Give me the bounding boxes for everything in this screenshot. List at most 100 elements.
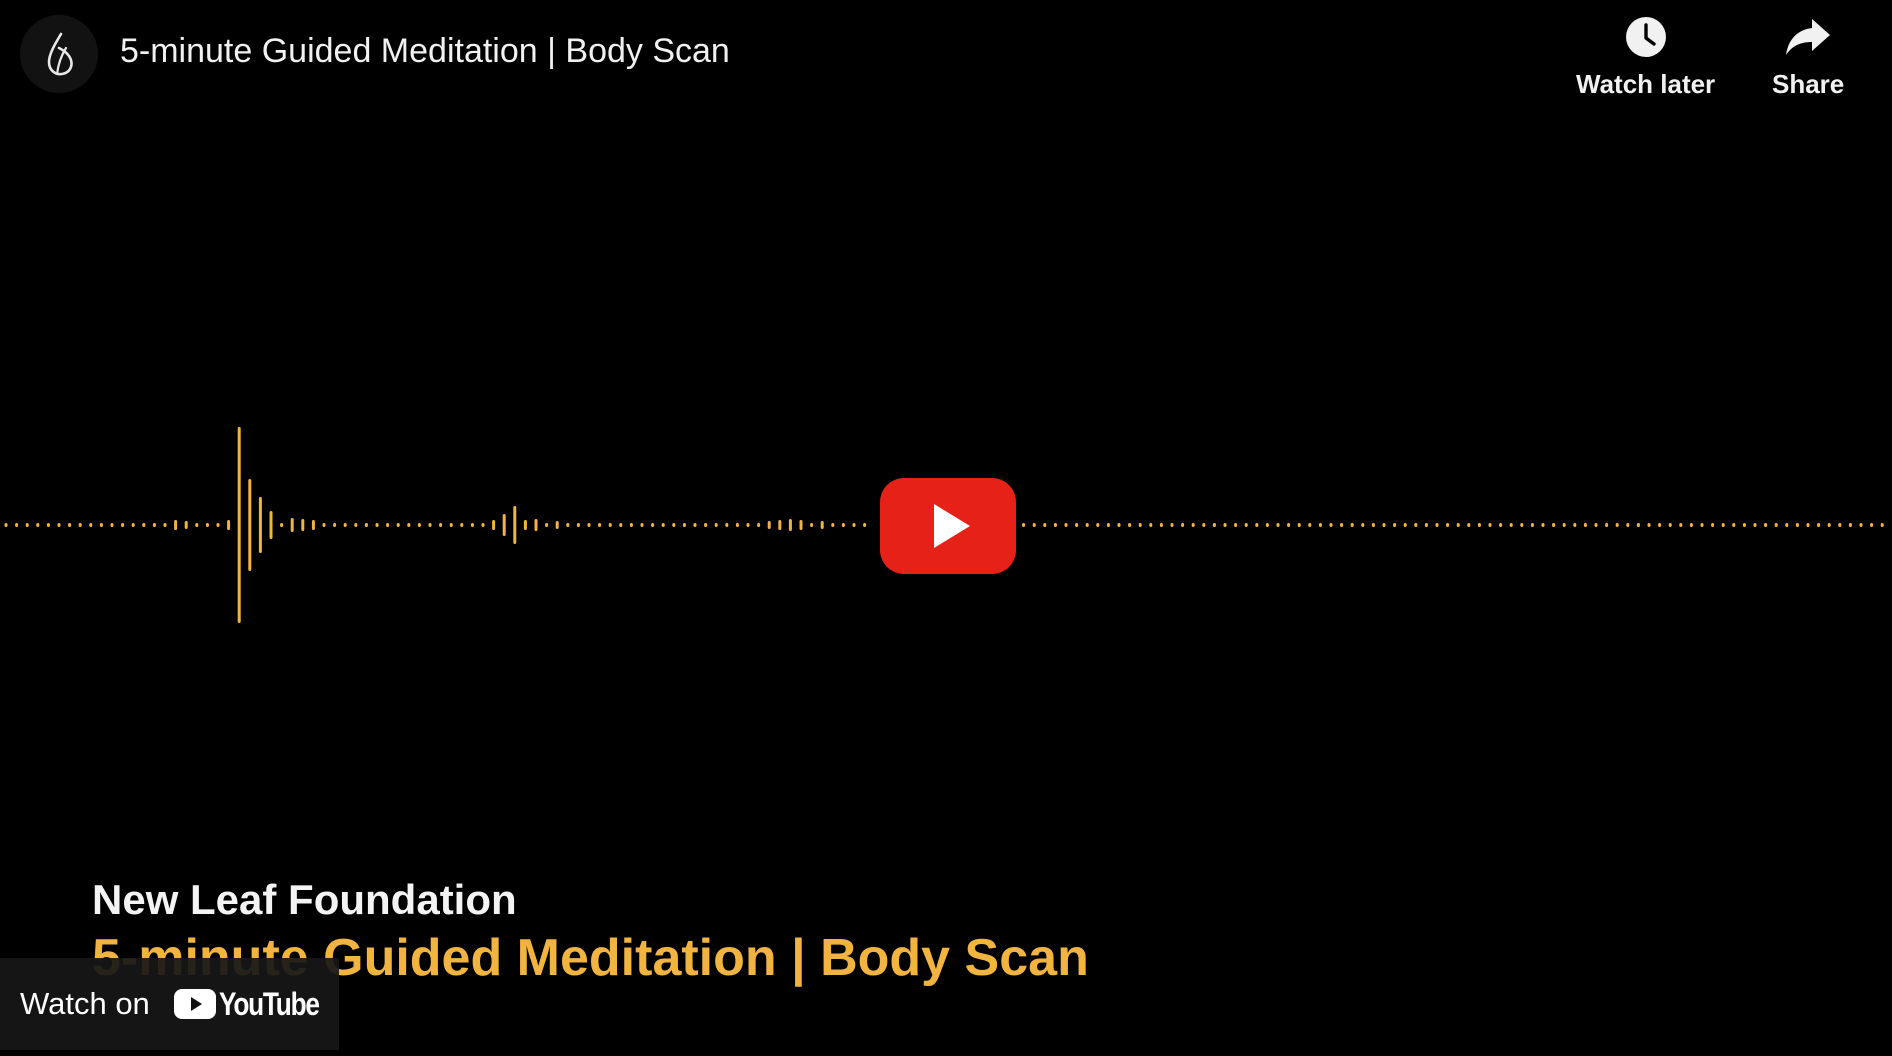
waveform-bar xyxy=(1530,523,1534,527)
share-button[interactable]: Share xyxy=(1772,15,1844,100)
channel-avatar[interactable] xyxy=(20,15,98,93)
waveform-bar xyxy=(672,523,676,527)
waveform-bar xyxy=(481,523,485,527)
waveform-bar xyxy=(608,523,612,527)
waveform-bar xyxy=(1721,523,1725,527)
waveform-bar xyxy=(311,520,315,530)
waveform-bar xyxy=(152,523,156,527)
waveform-bar xyxy=(364,523,368,527)
waveform-bar xyxy=(269,511,273,539)
waveform-bar xyxy=(1774,523,1778,527)
waveform-bar xyxy=(1117,523,1121,527)
waveform-bar xyxy=(576,523,580,527)
waveform-bar xyxy=(99,523,103,527)
waveform-bar xyxy=(57,523,61,527)
waveform-bar xyxy=(852,523,856,527)
waveform-bar xyxy=(757,523,761,527)
waveform-bar xyxy=(439,523,443,527)
waveform-bar xyxy=(1435,523,1439,527)
waveform-bar xyxy=(1159,523,1163,527)
waveform-bar xyxy=(661,523,665,527)
waveform-bar xyxy=(1700,523,1704,527)
waveform-bar xyxy=(1583,523,1587,527)
waveform-bar xyxy=(725,523,729,527)
waveform-bar xyxy=(1658,523,1662,527)
waveform-bar xyxy=(1276,523,1280,527)
waveform-bar xyxy=(15,523,19,527)
waveform-bar xyxy=(1128,523,1132,527)
waveform-bar xyxy=(1446,523,1450,527)
watch-on-youtube-button[interactable]: Watch on YouTube xyxy=(0,958,339,1050)
waveform-bar xyxy=(354,523,358,527)
waveform-bar xyxy=(1615,523,1619,527)
waveform-bar xyxy=(386,523,390,527)
top-bar: 5-minute Guided Meditation | Body Scan W… xyxy=(0,0,1892,130)
waveform-bar xyxy=(407,523,411,527)
waveform-bar xyxy=(1064,523,1068,527)
waveform-bar xyxy=(1870,523,1874,527)
waveform-bar xyxy=(778,520,782,530)
waveform-bar xyxy=(682,523,686,527)
waveform-bar xyxy=(1244,523,1248,527)
waveform-bar xyxy=(195,523,199,527)
waveform-bar xyxy=(1255,523,1259,527)
waveform-bar xyxy=(1043,523,1047,527)
waveform-bar xyxy=(470,523,474,527)
video-title[interactable]: 5-minute Guided Meditation | Body Scan xyxy=(120,32,730,71)
waveform-bar xyxy=(714,523,718,527)
waveform-bar xyxy=(1340,523,1344,527)
waveform-bar xyxy=(492,520,496,530)
youtube-wordmark: YouTube xyxy=(218,985,320,1022)
waveform-bar xyxy=(629,523,633,527)
youtube-logo-icon xyxy=(173,989,216,1019)
waveform-bar xyxy=(820,521,824,529)
waveform-bar xyxy=(863,523,867,527)
waveform-bar xyxy=(89,523,93,527)
waveform-bar xyxy=(1265,523,1269,527)
waveform-bar xyxy=(248,479,252,571)
waveform-bar xyxy=(1605,523,1609,527)
waveform-bar xyxy=(184,521,188,529)
waveform-bar xyxy=(1488,523,1492,527)
waveform-bar xyxy=(110,523,114,527)
waveform-bar xyxy=(1085,523,1089,527)
watch-later-button[interactable]: Watch later xyxy=(1576,15,1715,100)
waveform-bar xyxy=(1075,523,1079,527)
waveform-bar xyxy=(1509,523,1513,527)
waveform-bar xyxy=(831,523,835,527)
waveform-bar xyxy=(333,523,337,527)
waveform-bar xyxy=(640,523,644,527)
waveform-bar xyxy=(1573,523,1577,527)
waveform-bar xyxy=(396,523,400,527)
waveform-bar xyxy=(1838,523,1842,527)
waveform-bar xyxy=(746,523,750,527)
waveform-bar xyxy=(1287,523,1291,527)
share-arrow-icon xyxy=(1786,19,1831,55)
waveform-bar xyxy=(1371,523,1375,527)
watch-later-label: Watch later xyxy=(1576,69,1716,99)
waveform-bar xyxy=(216,523,220,527)
waveform-bar xyxy=(788,519,792,531)
waveform-bar xyxy=(1668,523,1672,527)
play-button[interactable] xyxy=(880,478,1016,574)
waveform-bar xyxy=(1594,523,1598,527)
waveform-bar xyxy=(1647,523,1651,527)
waveform-bar xyxy=(735,523,739,527)
waveform-bar xyxy=(1350,523,1354,527)
waveform-bar xyxy=(322,523,326,527)
waveform-bar xyxy=(1806,523,1810,527)
waveform-bar xyxy=(78,523,82,527)
waveform-bar xyxy=(651,523,655,527)
waveform-bar xyxy=(1393,523,1397,527)
waveform-bar xyxy=(1191,523,1195,527)
waveform-bar xyxy=(1234,523,1238,527)
waveform-bar xyxy=(1636,523,1640,527)
waveform-bar xyxy=(1711,523,1715,527)
leaf-logo-icon xyxy=(47,32,73,76)
waveform-bar xyxy=(1361,523,1365,527)
waveform-bar xyxy=(704,523,708,527)
waveform-bar xyxy=(1382,523,1386,527)
waveform-bar xyxy=(1795,523,1799,527)
waveform-bar xyxy=(587,523,591,527)
video-player[interactable]: 5-minute Guided Meditation | Body Scan W… xyxy=(0,0,1892,1056)
